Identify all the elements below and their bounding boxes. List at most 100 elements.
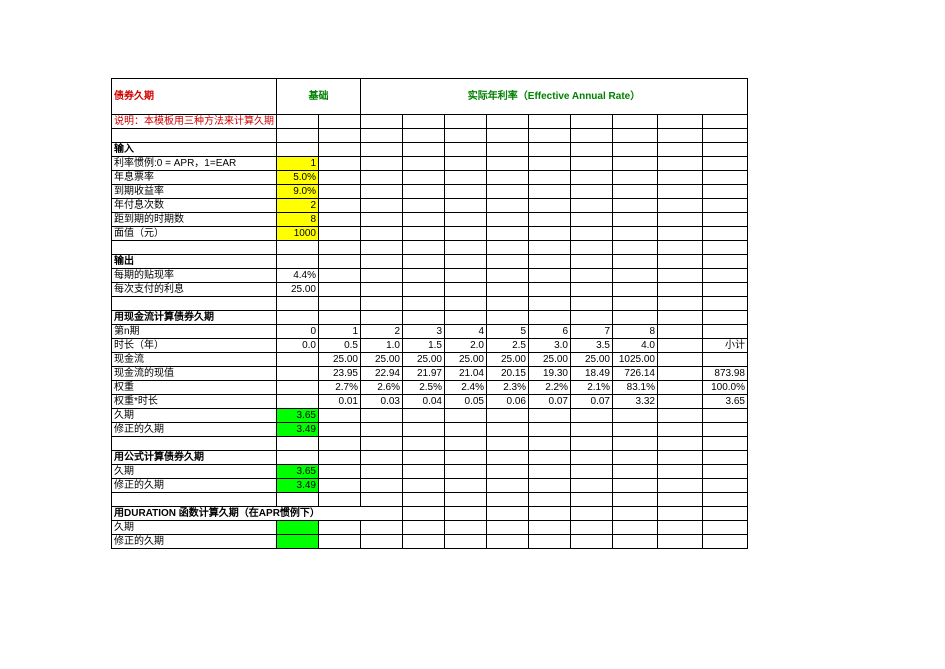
page-title: 债券久期 bbox=[112, 79, 277, 115]
cf-time-label: 时长（年） bbox=[112, 339, 277, 353]
cf-pv-8[interactable]: 726.14 bbox=[613, 367, 658, 381]
cf-period-7[interactable]: 7 bbox=[571, 325, 613, 339]
cf-w-5[interactable]: 2.3% bbox=[487, 381, 529, 395]
cf-wt-7[interactable]: 0.07 bbox=[571, 395, 613, 409]
cf-time-4[interactable]: 2.0 bbox=[445, 339, 487, 353]
cf-wt-4[interactable]: 0.05 bbox=[445, 395, 487, 409]
cf-w-7[interactable]: 2.1% bbox=[571, 381, 613, 395]
cf-time-5[interactable]: 2.5 bbox=[487, 339, 529, 353]
output-label-disc: 每期的贴现率 bbox=[112, 269, 277, 283]
input-value-periods[interactable]: 8 bbox=[277, 213, 319, 227]
cf-wt-0[interactable] bbox=[277, 395, 319, 409]
dfn-duration-label: 久期 bbox=[112, 521, 277, 535]
cf-cf-6[interactable]: 25.00 bbox=[529, 353, 571, 367]
cf-period-5[interactable]: 5 bbox=[487, 325, 529, 339]
cf-wt-total[interactable]: 3.65 bbox=[703, 395, 748, 409]
cf-wt-1[interactable]: 0.01 bbox=[319, 395, 361, 409]
cf-mod-duration-label: 修正的久期 bbox=[112, 423, 277, 437]
section-outputs: 输出 bbox=[112, 255, 277, 269]
cf-pv-6[interactable]: 19.30 bbox=[529, 367, 571, 381]
note-text: 说明：本模板用三种方法来计算久期 bbox=[112, 115, 277, 129]
cf-w-8[interactable]: 83.1% bbox=[613, 381, 658, 395]
input-label-ytm: 到期收益率 bbox=[112, 185, 277, 199]
input-value-rate-convention[interactable]: 1 bbox=[277, 157, 319, 171]
output-label-coupon-pmt: 每次支付的利息 bbox=[112, 283, 277, 297]
dfn-duration-value[interactable] bbox=[277, 521, 319, 535]
cf-w-6[interactable]: 2.2% bbox=[529, 381, 571, 395]
input-value-ytm[interactable]: 9.0% bbox=[277, 185, 319, 199]
section-duration-fn: 用DURATION 函数计算久期（在APR惯例下） bbox=[112, 507, 403, 521]
cf-pv-5[interactable]: 20.15 bbox=[487, 367, 529, 381]
cf-duration-label: 久期 bbox=[112, 409, 277, 423]
section-inputs: 输入 bbox=[112, 143, 277, 157]
output-value-disc[interactable]: 4.4% bbox=[277, 269, 319, 283]
dfn-mod-duration-label: 修正的久期 bbox=[112, 535, 277, 549]
cf-time-0[interactable]: 0.0 bbox=[277, 339, 319, 353]
cf-period-label: 第n期 bbox=[112, 325, 277, 339]
dfn-mod-duration-value[interactable] bbox=[277, 535, 319, 549]
cf-period-1[interactable]: 1 bbox=[319, 325, 361, 339]
cf-cf-5[interactable]: 25.00 bbox=[487, 353, 529, 367]
cf-wt-3[interactable]: 0.04 bbox=[403, 395, 445, 409]
cf-w-4[interactable]: 2.4% bbox=[445, 381, 487, 395]
cf-pv-2[interactable]: 22.94 bbox=[361, 367, 403, 381]
cf-subtotal-label: 小计 bbox=[703, 339, 748, 353]
cf-duration-value[interactable]: 3.65 bbox=[277, 409, 319, 423]
cf-cf-0[interactable] bbox=[277, 353, 319, 367]
cf-mod-duration-value[interactable]: 3.49 bbox=[277, 423, 319, 437]
basis-header: 基础 bbox=[277, 79, 361, 115]
cf-wt-2[interactable]: 0.03 bbox=[361, 395, 403, 409]
input-value-face[interactable]: 1000 bbox=[277, 227, 319, 241]
fm-mod-duration-value[interactable]: 3.49 bbox=[277, 479, 319, 493]
cf-pv-0[interactable] bbox=[277, 367, 319, 381]
cf-time-6[interactable]: 3.0 bbox=[529, 339, 571, 353]
cf-pv-4[interactable]: 21.04 bbox=[445, 367, 487, 381]
cf-w-1[interactable]: 2.7% bbox=[319, 381, 361, 395]
fm-duration-value[interactable]: 3.65 bbox=[277, 465, 319, 479]
cf-cf-2[interactable]: 25.00 bbox=[361, 353, 403, 367]
input-label-coupon: 年息票率 bbox=[112, 171, 277, 185]
cf-wt-label: 权重*时长 bbox=[112, 395, 277, 409]
output-value-coupon-pmt[interactable]: 25.00 bbox=[277, 283, 319, 297]
fm-duration-label: 久期 bbox=[112, 465, 277, 479]
section-formula: 用公式计算债券久期 bbox=[112, 451, 277, 465]
cf-period-0[interactable]: 0 bbox=[277, 325, 319, 339]
cf-w-3[interactable]: 2.5% bbox=[403, 381, 445, 395]
cf-pv-1[interactable]: 23.95 bbox=[319, 367, 361, 381]
cf-time-1[interactable]: 0.5 bbox=[319, 339, 361, 353]
cf-pv-3[interactable]: 21.97 bbox=[403, 367, 445, 381]
cf-period-2[interactable]: 2 bbox=[361, 325, 403, 339]
cf-w-0[interactable] bbox=[277, 381, 319, 395]
section-cashflow: 用现金流计算债券久期 bbox=[112, 311, 277, 325]
cf-cf-7[interactable]: 25.00 bbox=[571, 353, 613, 367]
input-label-rate-convention: 利率惯例:0 = APR，1=EAR bbox=[112, 157, 277, 171]
cf-time-2[interactable]: 1.0 bbox=[361, 339, 403, 353]
cf-cf-3[interactable]: 25.00 bbox=[403, 353, 445, 367]
cf-time-7[interactable]: 3.5 bbox=[571, 339, 613, 353]
input-label-periods: 距到期的时期数 bbox=[112, 213, 277, 227]
cf-period-3[interactable]: 3 bbox=[403, 325, 445, 339]
cf-cf-8[interactable]: 1025.00 bbox=[613, 353, 658, 367]
grid-table[interactable]: 债券久期 基础 实际年利率（Effective Annual Rate） 说明：… bbox=[111, 78, 748, 549]
cf-time-8[interactable]: 4.0 bbox=[613, 339, 658, 353]
cf-cf-label: 现金流 bbox=[112, 353, 277, 367]
cf-cf-1[interactable]: 25.00 bbox=[319, 353, 361, 367]
cf-pv-total[interactable]: 873.98 bbox=[703, 367, 748, 381]
cf-wt-5[interactable]: 0.06 bbox=[487, 395, 529, 409]
cf-period-6[interactable]: 6 bbox=[529, 325, 571, 339]
cf-w-total[interactable]: 100.0% bbox=[703, 381, 748, 395]
cf-weight-label: 权重 bbox=[112, 381, 277, 395]
cf-cf-4[interactable]: 25.00 bbox=[445, 353, 487, 367]
cf-wt-6[interactable]: 0.07 bbox=[529, 395, 571, 409]
cf-w-2[interactable]: 2.6% bbox=[361, 381, 403, 395]
input-label-face: 面值（元） bbox=[112, 227, 277, 241]
cf-period-4[interactable]: 4 bbox=[445, 325, 487, 339]
cf-time-3[interactable]: 1.5 bbox=[403, 339, 445, 353]
fm-mod-duration-label: 修正的久期 bbox=[112, 479, 277, 493]
cf-pv-7[interactable]: 18.49 bbox=[571, 367, 613, 381]
input-label-freq: 年付息次数 bbox=[112, 199, 277, 213]
input-value-coupon[interactable]: 5.0% bbox=[277, 171, 319, 185]
input-value-freq[interactable]: 2 bbox=[277, 199, 319, 213]
cf-period-8[interactable]: 8 bbox=[613, 325, 658, 339]
cf-wt-8[interactable]: 3.32 bbox=[613, 395, 658, 409]
